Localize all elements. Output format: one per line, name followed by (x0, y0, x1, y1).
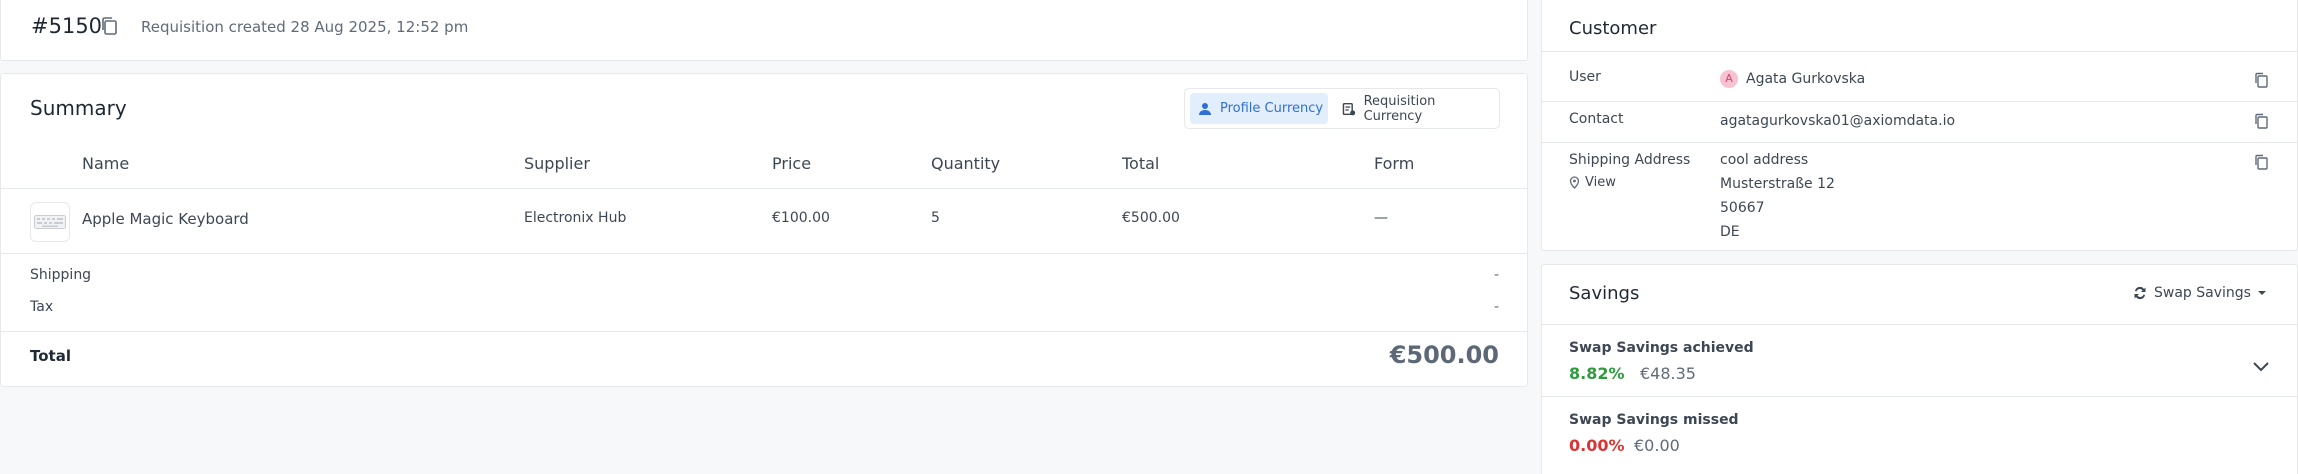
row-total: €500.00 (1122, 210, 1180, 226)
column-quantity: Quantity (931, 154, 1001, 173)
profile-currency-button[interactable]: Profile Currency (1190, 93, 1328, 124)
requisition-id: #5150 (31, 14, 103, 38)
column-name: Name (82, 154, 130, 173)
keyboard-icon (34, 215, 66, 229)
tax-label: Tax (30, 299, 54, 315)
location-pin-icon (1569, 176, 1580, 189)
address-line: 50667 (1720, 200, 1765, 216)
tax-value: - (1493, 299, 1499, 315)
divider (1542, 101, 2297, 102)
shipping-value: - (1493, 267, 1499, 283)
copy-id-icon[interactable] (100, 16, 118, 40)
contact-email: agatagurkovska01@axiomdata.io (1720, 113, 1956, 129)
row-quantity: 5 (931, 210, 940, 226)
savings-title: Savings (1569, 283, 1640, 304)
user-icon (1199, 102, 1211, 115)
row-name: Apple Magic Keyboard (82, 210, 249, 228)
shipping-address-label: Shipping Address (1569, 152, 1691, 168)
copy-contact-icon[interactable] (2254, 113, 2268, 133)
copy-address-icon[interactable] (2254, 154, 2268, 174)
view-label: View (1585, 175, 1616, 190)
caret-down-icon (2257, 291, 2266, 295)
column-total: Total (1122, 154, 1160, 173)
swap-savings-label: Swap Savings (2154, 285, 2251, 301)
row-price: €100.00 (772, 210, 830, 226)
address-line: DE (1720, 224, 1740, 240)
shipping-label: Shipping (30, 267, 92, 283)
requisition-currency-label: Requisition Currency (1363, 93, 1436, 124)
divider (1, 188, 1527, 189)
address-line: Musterstraße 12 (1720, 176, 1835, 192)
profile-currency-label: Profile Currency (1220, 101, 1324, 116)
savings-achieved-amount: €48.35 (1640, 364, 1696, 383)
divider (1542, 51, 2297, 52)
created-timestamp: Requisition created 28 Aug 2025, 12:52 p… (141, 18, 469, 36)
user-name: Agata Gurkovska (1746, 71, 1866, 87)
divider (1542, 396, 2297, 397)
swap-savings-button[interactable]: Swap Savings (2132, 285, 2267, 301)
divider (1542, 324, 2297, 325)
copy-user-icon[interactable] (2254, 72, 2268, 92)
savings-missed-percent: 0.00% (1569, 436, 1625, 455)
divider (1542, 142, 2297, 143)
savings-card: Savings Swap Savings Swap Savings achiev… (1541, 264, 2298, 474)
divider (1, 253, 1527, 254)
savings-achieved-percent: 8.82% (1569, 364, 1625, 383)
contact-label: Contact (1569, 111, 1624, 127)
receipt-icon (1342, 102, 1356, 115)
column-form: Form (1374, 154, 1415, 173)
customer-card: Customer User A Agata Gurkovska Contact a… (1541, 0, 2298, 251)
row-form: — (1374, 210, 1388, 226)
requisition-currency-button[interactable]: Requisition Currency (1334, 93, 1494, 124)
chevron-down-icon[interactable] (2252, 357, 2270, 376)
user-label: User (1569, 69, 1601, 85)
avatar: A (1720, 70, 1738, 88)
row-supplier: Electronix Hub (524, 210, 627, 226)
column-price: Price (772, 154, 812, 173)
view-address-link[interactable]: View (1569, 175, 1616, 190)
total-value: €500.00 (1389, 341, 1499, 369)
product-thumbnail (30, 202, 70, 242)
requisition-header: #5150 Requisition created 28 Aug 2025, 1… (0, 0, 1528, 61)
savings-missed-amount: €0.00 (1634, 436, 1680, 455)
address-line: cool address (1720, 152, 1809, 168)
divider (1, 331, 1527, 332)
column-supplier: Supplier (524, 154, 590, 173)
currency-toggle: Profile Currency Requisition Currency (1184, 88, 1500, 129)
savings-achieved-label: Swap Savings achieved (1569, 340, 1754, 356)
summary-card: Summary Profile Currency Requisition Cur… (0, 73, 1528, 387)
swap-icon (2134, 286, 2146, 300)
total-label: Total (30, 347, 71, 365)
user-value: A Agata Gurkovska (1720, 70, 1865, 88)
savings-missed-label: Swap Savings missed (1569, 412, 1739, 428)
customer-title: Customer (1569, 18, 1657, 39)
summary-title: Summary (30, 96, 127, 120)
